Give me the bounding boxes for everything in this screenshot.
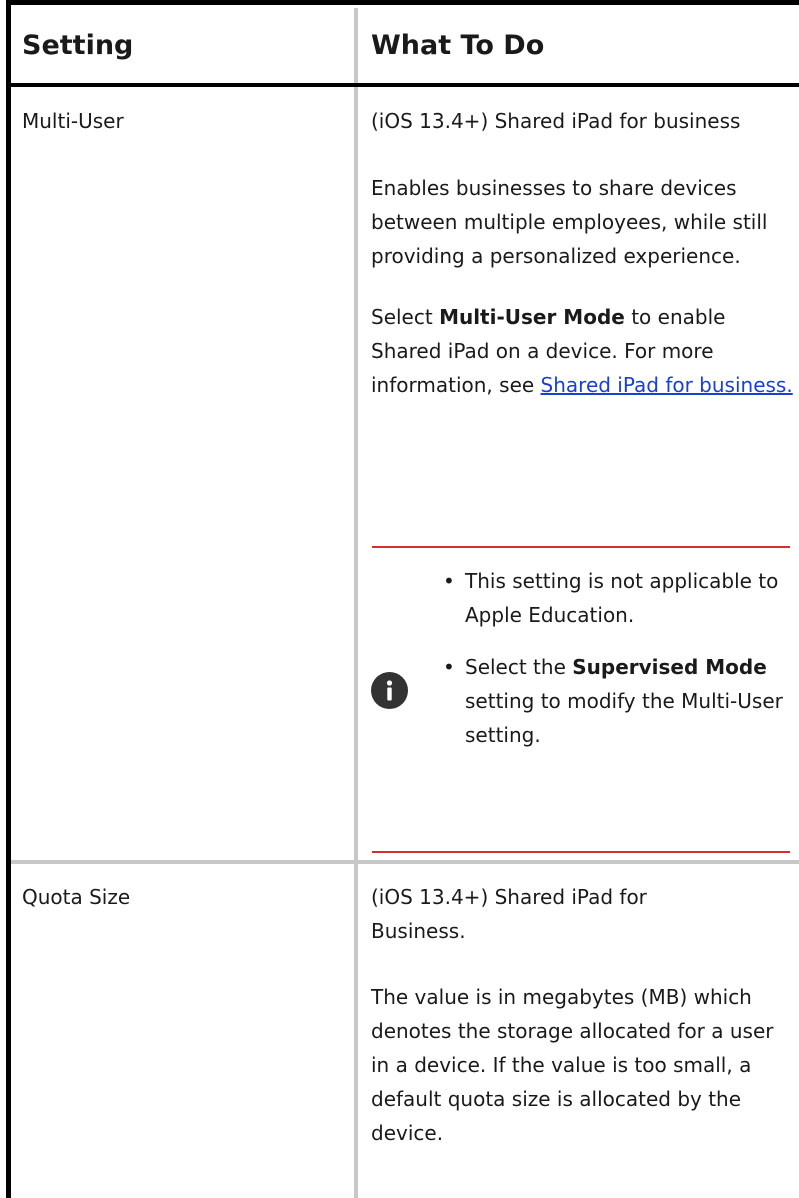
- setting-multi-user: Multi-User: [22, 109, 124, 133]
- header-divider: [11, 83, 799, 87]
- shared-ipad-link[interactable]: Shared iPad for business.: [541, 373, 793, 397]
- multi-user-instructions: Select Multi-User Mode to enable Shared …: [371, 305, 793, 397]
- row-divider: [11, 860, 799, 864]
- note-bullet: • This setting is not applicable to Apple…: [443, 569, 779, 627]
- multi-user-mode-label: Multi-User Mode: [439, 305, 625, 329]
- header-setting: Setting: [22, 30, 134, 61]
- setting-quota-size: Quota Size: [22, 885, 131, 909]
- quota-size-description: The value is in megabytes (MB) which den…: [371, 985, 774, 1145]
- note-bullet: • Select the Supervised Mode setting to m…: [443, 655, 783, 747]
- info-icon: [371, 672, 408, 709]
- multi-user-description: Enables businesses to share devices betw…: [371, 176, 768, 268]
- multi-user-platform: (iOS 13.4+) Shared iPad for business: [371, 109, 741, 133]
- column-divider: [354, 8, 358, 1198]
- table-left-border: [6, 0, 11, 1198]
- note-bullets: • This setting is not applicable to Apple…: [443, 564, 793, 752]
- note-bottom-rule: [372, 851, 790, 853]
- quota-size-platform: (iOS 13.4+) Shared iPad for Business.: [371, 885, 647, 943]
- header-what-to-do: What To Do: [371, 30, 545, 61]
- settings-table: Setting What To Do Multi-User (iOS 13.4+…: [0, 0, 799, 1198]
- table-top-border: [6, 0, 799, 5]
- note-top-rule: [372, 546, 790, 548]
